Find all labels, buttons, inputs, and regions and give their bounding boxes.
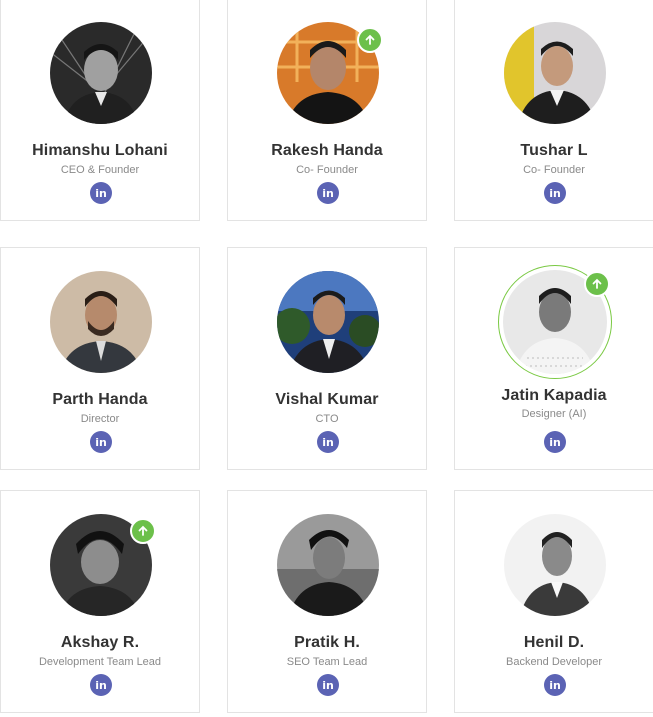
avatar [277,514,379,616]
team-card-tushar: Tushar L Co- Founder in [454,0,653,221]
arrow-up-icon [357,27,383,53]
member-role: SEO Team Lead [286,656,368,668]
team-card-pratik: Pratik H. SEO Team Lead in [227,490,427,713]
member-role: Backend Developer [505,656,602,668]
linkedin-icon[interactable]: in [317,674,339,696]
member-role: CEO & Founder [60,164,140,176]
member-name: Jatin Kapadia [501,387,607,404]
linkedin-icon[interactable]: in [90,182,112,204]
member-name: Tushar L [520,142,588,159]
avatar [504,514,606,616]
team-card-himanshu: Himanshu Lohani CEO & Founder in [0,0,200,221]
avatar [50,271,152,373]
arrow-up-icon [130,518,156,544]
avatar [277,271,379,373]
arrow-up-icon [584,271,610,297]
team-card-vishal: Vishal Kumar CTO in [227,247,427,470]
avatar [50,22,152,124]
member-name: Rakesh Handa [271,142,383,159]
member-name: Henil D. [523,634,585,651]
linkedin-icon[interactable]: in [317,431,339,453]
team-card-rakesh: Rakesh Handa Co- Founder in [227,0,427,221]
linkedin-icon[interactable]: in [544,431,566,453]
member-name: Vishal Kumar [275,391,379,408]
linkedin-icon[interactable]: in [90,431,112,453]
member-name: Parth Handa [52,391,148,408]
linkedin-icon[interactable]: in [544,182,566,204]
member-name: Himanshu Lohani [32,142,168,159]
team-card-parth: Parth Handa Director in [0,247,200,470]
team-card-akshay: Akshay R. Development Team Lead in [0,490,200,713]
linkedin-icon[interactable]: in [317,182,339,204]
avatar [504,22,606,124]
member-name: Pratik H. [294,634,360,651]
member-role: Director [80,413,120,425]
member-name: Akshay R. [60,634,140,651]
member-role: Co- Founder [296,164,358,176]
member-role: Co- Founder [523,164,585,176]
member-role: Designer (AI) [521,408,587,420]
member-role: CTO [315,413,339,425]
team-card-jatin: Jatin Kapadia Designer (AI) in [454,247,653,470]
team-card-henil: Henil D. Backend Developer in [454,490,653,713]
linkedin-icon[interactable]: in [90,674,112,696]
linkedin-icon[interactable]: in [544,674,566,696]
member-role: Development Team Lead [38,656,162,668]
